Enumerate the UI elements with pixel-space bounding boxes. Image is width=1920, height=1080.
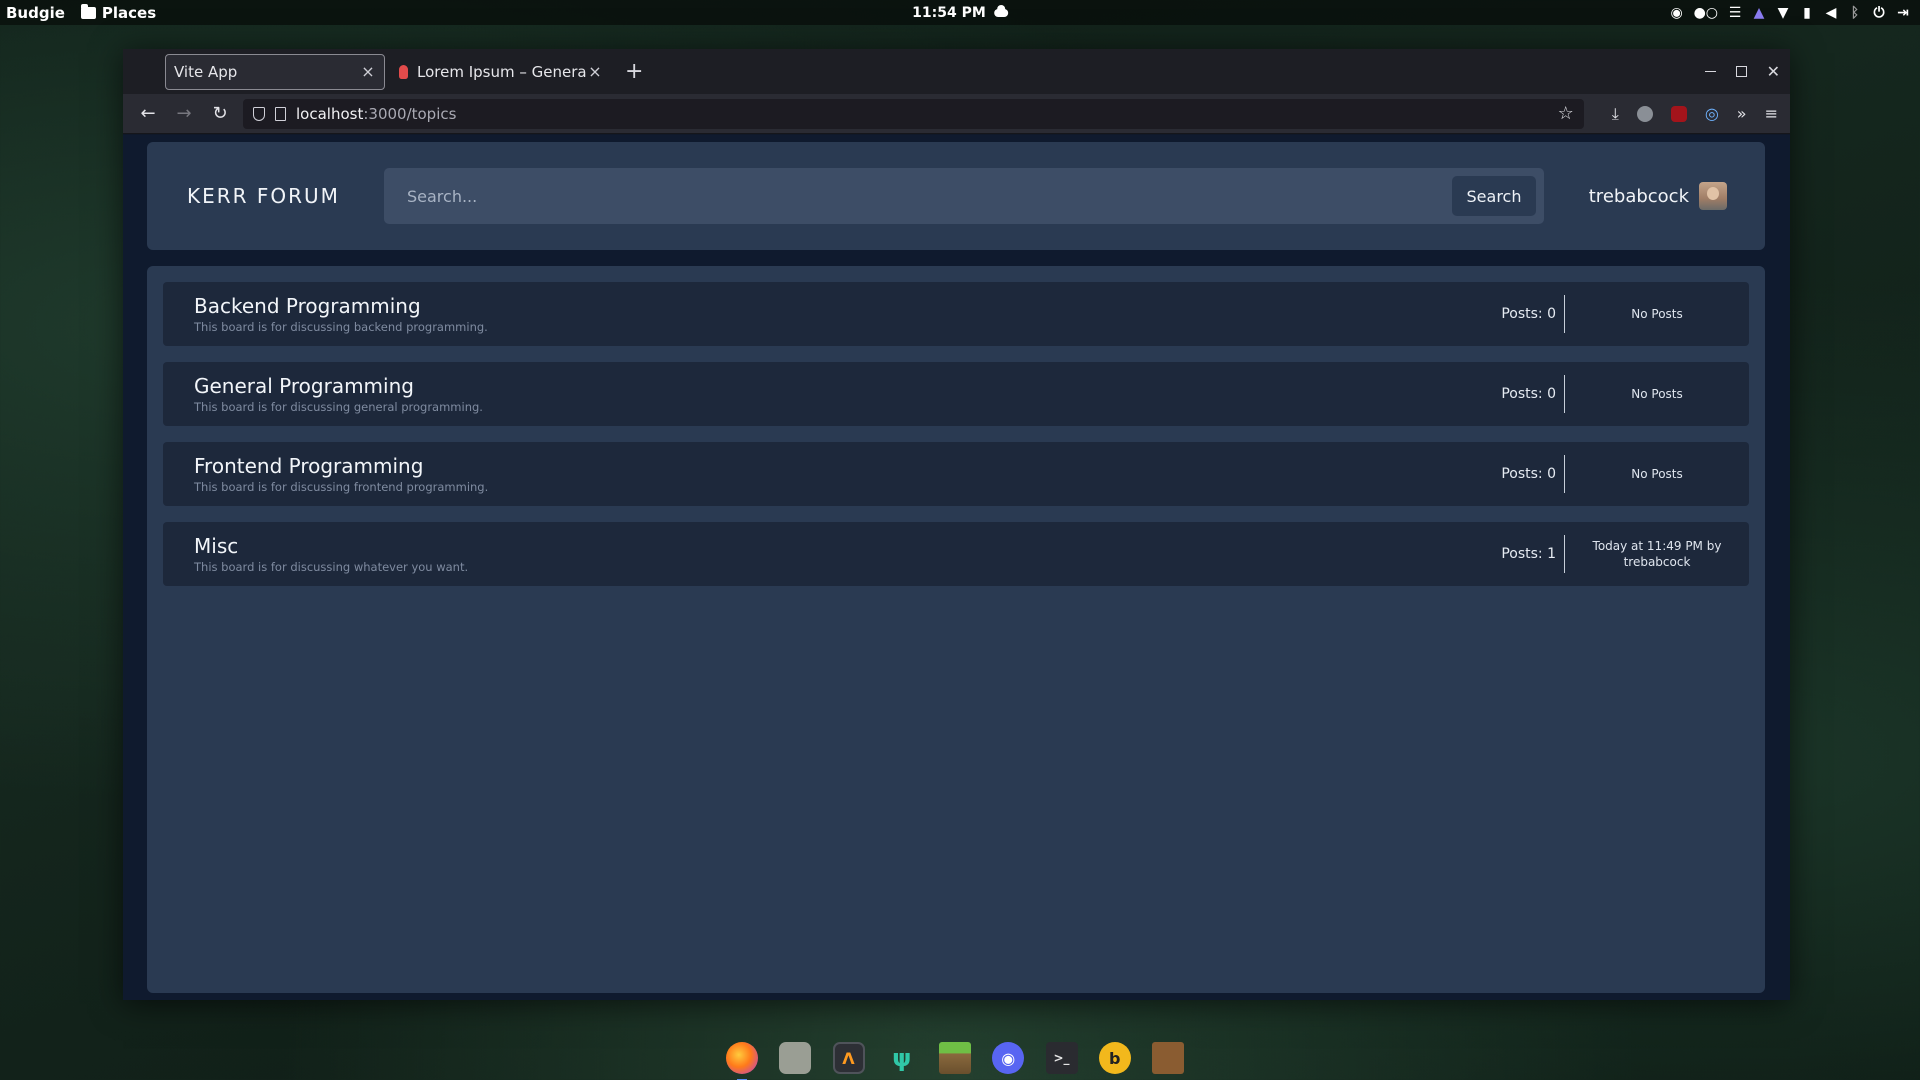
power-icon[interactable]: ⏻ [1872,5,1886,21]
clock[interactable]: 11:54 PM [912,5,986,21]
last-post: No Posts [1631,387,1683,401]
nav-bar: ← → ↻ localhost:3000/topics ☆ ⤓ ◎ » ≡ [123,94,1790,134]
forward-arrow-icon[interactable]: → [171,103,197,124]
page-content: KERR FORUM Search trebabcock Backend Pro… [123,135,1790,1000]
close-icon[interactable]: × [360,62,376,81]
folder-icon [80,3,96,19]
username[interactable]: trebabcock [1589,186,1689,207]
download-icon[interactable]: ⤓ [1612,104,1619,124]
bluetooth-icon[interactable]: ᛒ [1848,5,1862,21]
board-title[interactable]: General Programming [194,375,483,397]
tab-label: Lorem Ipsum – Generat [417,62,587,81]
board-row-backend[interactable]: Backend Programming This board is for di… [163,282,1749,346]
board-description: This board is for discussing backend pro… [194,319,488,334]
board-list: Backend Programming This board is for di… [163,282,1749,602]
new-tab-button[interactable]: + [625,59,643,84]
user-menu[interactable]: trebabcock [1589,182,1727,210]
last-post: No Posts [1631,307,1683,321]
minecraft-grass-icon[interactable] [939,1042,971,1074]
pager-dots-icon[interactable]: ●○ [1694,5,1718,21]
url-host: localhost [296,104,364,123]
overflow-chevron-icon[interactable]: » [1737,104,1747,123]
tab-bar: Vite App × Lorem Ipsum – Generat × + ✕ [123,49,1790,94]
top-panel: Budgie Places 11:54 PM ◉ ●○ ☰ ▲ ▼ ▮ ◀ ᛒ … [0,0,1920,25]
bolt-app-icon[interactable]: b [1098,1042,1131,1074]
post-count: Posts: 1 [1501,546,1556,562]
crate-app-icon[interactable] [1152,1042,1184,1074]
browser-window: Vite App × Lorem Ipsum – Generat × + ✕ ←… [123,49,1790,1000]
window-close-icon[interactable]: ✕ [1767,62,1780,81]
search-button[interactable]: Search [1452,176,1536,216]
board-row-frontend[interactable]: Frontend Programming This board is for d… [163,442,1749,506]
sublime-text-icon[interactable]: Λ [832,1042,865,1074]
back-arrow-icon[interactable]: ← [135,103,161,124]
extension-glasses-icon[interactable]: ◎ [1705,104,1719,123]
files-icon[interactable] [779,1042,812,1074]
places-button[interactable]: Places [80,3,157,22]
notification-bell-icon[interactable]: ▲ [1752,5,1766,21]
lorem-favicon-icon [399,64,408,79]
ublock-icon[interactable] [1670,105,1687,122]
board-title[interactable]: Backend Programming [194,295,488,317]
post-count: Posts: 0 [1501,466,1556,482]
places-label: Places [101,3,157,22]
maximize-icon[interactable] [1735,66,1747,77]
minimize-icon[interactable] [1704,71,1716,72]
close-icon[interactable]: × [587,62,603,81]
board-title[interactable]: Frontend Programming [194,455,488,477]
search-input[interactable] [407,186,1452,206]
board-title[interactable]: Misc [194,535,468,557]
hamburger-menu-icon[interactable]: ≡ [1765,104,1778,123]
menu-lines-icon[interactable]: ☰ [1728,5,1742,21]
url-bar[interactable]: localhost:3000/topics ☆ [243,98,1584,129]
last-post[interactable]: Today at 11:49 PM by trebabcock [1565,538,1749,570]
site-header: KERR FORUM Search trebabcock [147,142,1765,250]
url-text[interactable]: localhost:3000/topics [296,105,456,123]
board-row-misc[interactable]: Misc This board is for discussing whatev… [163,522,1749,586]
avatar[interactable] [1699,182,1727,210]
reload-icon[interactable]: ↻ [207,103,233,124]
board-description: This board is for discussing general pro… [194,399,483,414]
boards-panel: Backend Programming This board is for di… [147,266,1765,993]
post-count: Posts: 0 [1501,306,1556,322]
page-info-icon[interactable] [275,106,286,121]
discord-icon[interactable]: ◉ [992,1042,1025,1074]
tab-label: Vite App [174,62,238,81]
tracking-shield-icon[interactable] [253,106,265,121]
logout-icon[interactable]: ⇥ [1896,5,1910,21]
wifi-icon[interactable]: ▼ [1776,5,1790,21]
weather-cloud-icon [993,4,1008,17]
dock: Λ ψ ◉ >_ b [718,1036,1192,1080]
volume-icon[interactable]: ◀ [1824,5,1838,21]
account-avatar-icon[interactable] [1636,105,1653,122]
terminal-icon[interactable]: >_ [1045,1042,1078,1074]
budgie-menu-button[interactable]: Budgie [6,4,65,22]
last-post: No Posts [1631,467,1683,481]
firefox-icon[interactable] [726,1042,758,1080]
board-description: This board is for discussing frontend pr… [194,479,489,494]
site-logo[interactable]: KERR FORUM [187,184,349,208]
post-count: Posts: 0 [1501,386,1556,402]
board-row-general[interactable]: General Programming This board is for di… [163,362,1749,426]
tab-lorem-ipsum[interactable]: Lorem Ipsum – Generat × [391,54,611,90]
url-path: :3000/topics [363,104,457,123]
discord-tray-icon[interactable]: ◉ [1670,5,1684,21]
search-bar: Search [384,168,1544,224]
battery-icon[interactable]: ▮ [1800,5,1814,21]
board-description: This board is for discussing whatever yo… [194,559,469,574]
tab-vite-app[interactable]: Vite App × [165,53,385,90]
bookmark-star-icon[interactable]: ☆ [1558,103,1574,124]
git-client-icon[interactable]: ψ [886,1042,918,1074]
